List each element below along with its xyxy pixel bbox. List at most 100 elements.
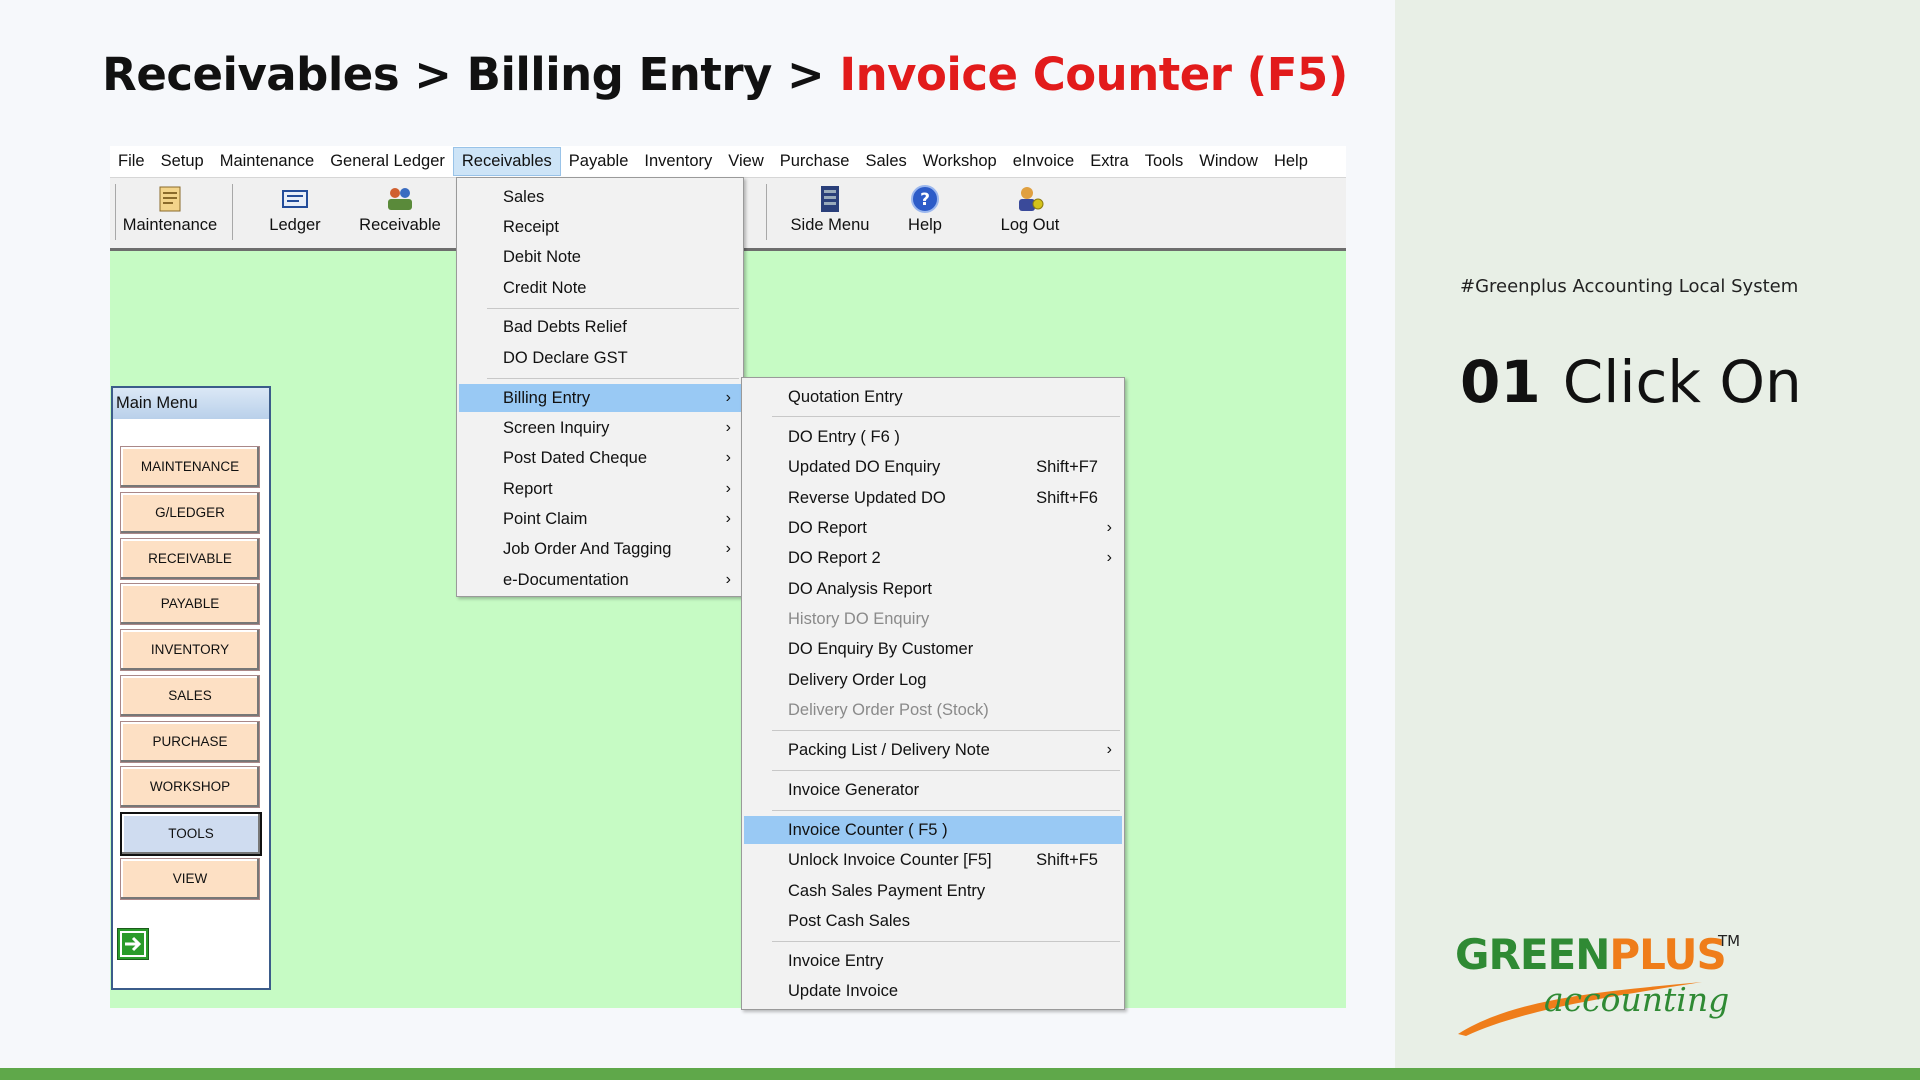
toolbar-maintenance-button[interactable]: Maintenance <box>120 178 220 246</box>
menu-payable[interactable]: Payable <box>561 148 637 175</box>
chevron-right-icon: › <box>725 571 731 588</box>
menu-item-history-do-enquiry: History DO Enquiry <box>788 610 930 628</box>
toolbar-separator <box>115 184 116 240</box>
menu-item-cash-sales-payment-entry[interactable]: Cash Sales Payment Entry <box>744 877 1122 905</box>
menu-item-do-enquiry-by-customer[interactable]: DO Enquiry By Customer <box>744 635 1122 663</box>
menu-item-screen-inquiry[interactable]: Screen Inquiry › <box>459 414 741 442</box>
toolbar-separator <box>766 184 767 240</box>
app-window: File Setup Maintenance General Ledger Re… <box>110 146 1346 1010</box>
menu-einvoice[interactable]: eInvoice <box>1005 148 1082 175</box>
menu-separator <box>772 416 1120 417</box>
chevron-right-icon: › <box>1106 519 1112 536</box>
step-heading: 01 Click On <box>1460 348 1802 416</box>
menu-sales[interactable]: Sales <box>857 148 914 175</box>
menu-item-unlock-invoice-counter[interactable]: Unlock Invoice Counter [F5] Shift+F5 <box>744 846 1122 874</box>
menu-item-do-declare-gst[interactable]: DO Declare GST <box>459 344 741 372</box>
step-number: 01 <box>1460 348 1541 416</box>
main-menu-title: Main Menu <box>113 388 269 419</box>
menu-bar: File Setup Maintenance General Ledger Re… <box>110 146 1346 177</box>
menu-setup[interactable]: Setup <box>153 148 212 175</box>
logo-tm: TM <box>1718 932 1741 950</box>
menu-separator <box>772 730 1120 731</box>
menu-item-billing-entry[interactable]: Billing Entry › <box>459 384 741 412</box>
shortcut-label: Shift+F7 <box>1036 458 1098 476</box>
toolbar-receivable-button[interactable]: Receivable <box>350 178 450 246</box>
receivable-icon <box>388 188 412 210</box>
shortcut-label: Shift+F6 <box>1036 489 1098 507</box>
menu-item-debit-note[interactable]: Debit Note <box>459 243 741 271</box>
menu-item-invoice-entry[interactable]: Invoice Entry <box>744 947 1122 975</box>
menu-item-update-invoice[interactable]: Update Invoice <box>744 977 1122 1005</box>
menu-item-do-report-2[interactable]: DO Report 2 › <box>744 544 1122 572</box>
side-menu-icon <box>821 186 839 212</box>
menu-item-receipt[interactable]: Receipt <box>459 213 741 241</box>
menu-item-packing-list-delivery-note[interactable]: Packing List / Delivery Note › <box>744 736 1122 764</box>
menu-item-job-order-and-tagging[interactable]: Job Order And Tagging › <box>459 535 741 563</box>
svg-text:?: ? <box>920 190 930 210</box>
main-menu-payable[interactable]: PAYABLE <box>120 583 260 625</box>
chevron-right-icon: › <box>1106 741 1112 758</box>
toolbar-side-menu-button[interactable]: Side Menu <box>780 178 880 246</box>
step-text: Click On <box>1562 348 1802 416</box>
help-icon: ? <box>911 185 939 213</box>
menu-item-report[interactable]: Report › <box>459 475 741 503</box>
chevron-right-icon: › <box>725 480 731 497</box>
billing-entry-submenu: Quotation Entry DO Entry ( F6 ) Updated … <box>741 377 1125 1010</box>
bottom-accent-bar <box>0 1068 1920 1080</box>
menu-workshop[interactable]: Workshop <box>915 148 1005 175</box>
menu-view[interactable]: View <box>720 148 771 175</box>
menu-item-sales[interactable]: Sales <box>459 183 741 211</box>
main-menu-maintenance[interactable]: MAINTENANCE <box>120 446 260 488</box>
menu-separator <box>772 810 1120 811</box>
menu-maintenance[interactable]: Maintenance <box>212 148 322 175</box>
menu-general-ledger[interactable]: General Ledger <box>322 148 453 175</box>
menu-item-do-entry[interactable]: DO Entry ( F6 ) <box>744 423 1122 451</box>
title-path: Receivables > Billing Entry > <box>102 48 840 101</box>
menu-help[interactable]: Help <box>1266 148 1316 175</box>
menu-separator <box>772 770 1120 771</box>
menu-item-do-report[interactable]: DO Report › <box>744 514 1122 542</box>
menu-item-e-documentation[interactable]: e-Documentation › <box>459 566 741 594</box>
maintenance-icon <box>159 186 181 212</box>
menu-item-invoice-generator[interactable]: Invoice Generator <box>744 776 1122 804</box>
menu-item-quotation-entry[interactable]: Quotation Entry <box>744 383 1122 411</box>
menu-item-point-claim[interactable]: Point Claim › <box>459 505 741 533</box>
menu-item-reverse-updated-do[interactable]: Reverse Updated DO Shift+F6 <box>744 484 1122 512</box>
slide-right-panel <box>1395 0 1920 1068</box>
menu-item-credit-note[interactable]: Credit Note <box>459 274 741 302</box>
menu-separator <box>487 378 739 379</box>
menu-extra[interactable]: Extra <box>1082 148 1137 175</box>
menu-inventory[interactable]: Inventory <box>636 148 720 175</box>
main-menu-view[interactable]: VIEW <box>120 858 260 900</box>
main-menu-sales[interactable]: SALES <box>120 675 260 717</box>
chevron-right-icon: › <box>725 540 731 557</box>
menu-item-delivery-order-log[interactable]: Delivery Order Log <box>744 666 1122 694</box>
page-title: Receivables > Billing Entry > Invoice Co… <box>0 48 1450 101</box>
menu-file[interactable]: File <box>110 148 153 175</box>
toolbar-log-out-button[interactable]: Log Out <box>985 178 1075 246</box>
menu-item-post-cash-sales[interactable]: Post Cash Sales <box>744 907 1122 935</box>
toolbar-ledger-button[interactable]: Ledger <box>250 178 340 246</box>
shortcut-label: Shift+F5 <box>1036 851 1098 869</box>
main-menu-workshop[interactable]: WORKSHOP <box>120 766 260 808</box>
menu-receivables[interactable]: Receivables <box>452 147 561 176</box>
menu-item-post-dated-cheque[interactable]: Post Dated Cheque › <box>459 444 741 472</box>
menu-window[interactable]: Window <box>1191 148 1266 175</box>
main-menu-tools[interactable]: TOOLS <box>120 812 262 856</box>
main-menu-inventory[interactable]: INVENTORY <box>120 629 260 671</box>
receivables-dropdown: Sales Receipt Debit Note Credit Note Bad… <box>456 177 744 597</box>
main-menu-go-button[interactable] <box>117 928 149 960</box>
menu-item-updated-do-enquiry[interactable]: Updated DO Enquiry Shift+F7 <box>744 453 1122 481</box>
main-menu-gledger[interactable]: G/LEDGER <box>120 492 260 534</box>
menu-item-bad-debts-relief[interactable]: Bad Debts Relief <box>459 313 741 341</box>
menu-tools[interactable]: Tools <box>1137 148 1192 175</box>
main-menu-receivable[interactable]: RECEIVABLE <box>120 538 260 580</box>
chevron-right-icon: › <box>725 449 731 466</box>
arrow-right-icon <box>120 931 146 957</box>
toolbar-help-button[interactable]: ? Help <box>885 178 965 246</box>
menu-item-invoice-counter[interactable]: Invoice Counter ( F5 ) <box>744 816 1122 844</box>
menu-item-do-analysis-report[interactable]: DO Analysis Report <box>744 575 1122 603</box>
chevron-right-icon: › <box>725 419 731 436</box>
menu-purchase[interactable]: Purchase <box>772 148 858 175</box>
main-menu-purchase[interactable]: PURCHASE <box>120 721 260 763</box>
